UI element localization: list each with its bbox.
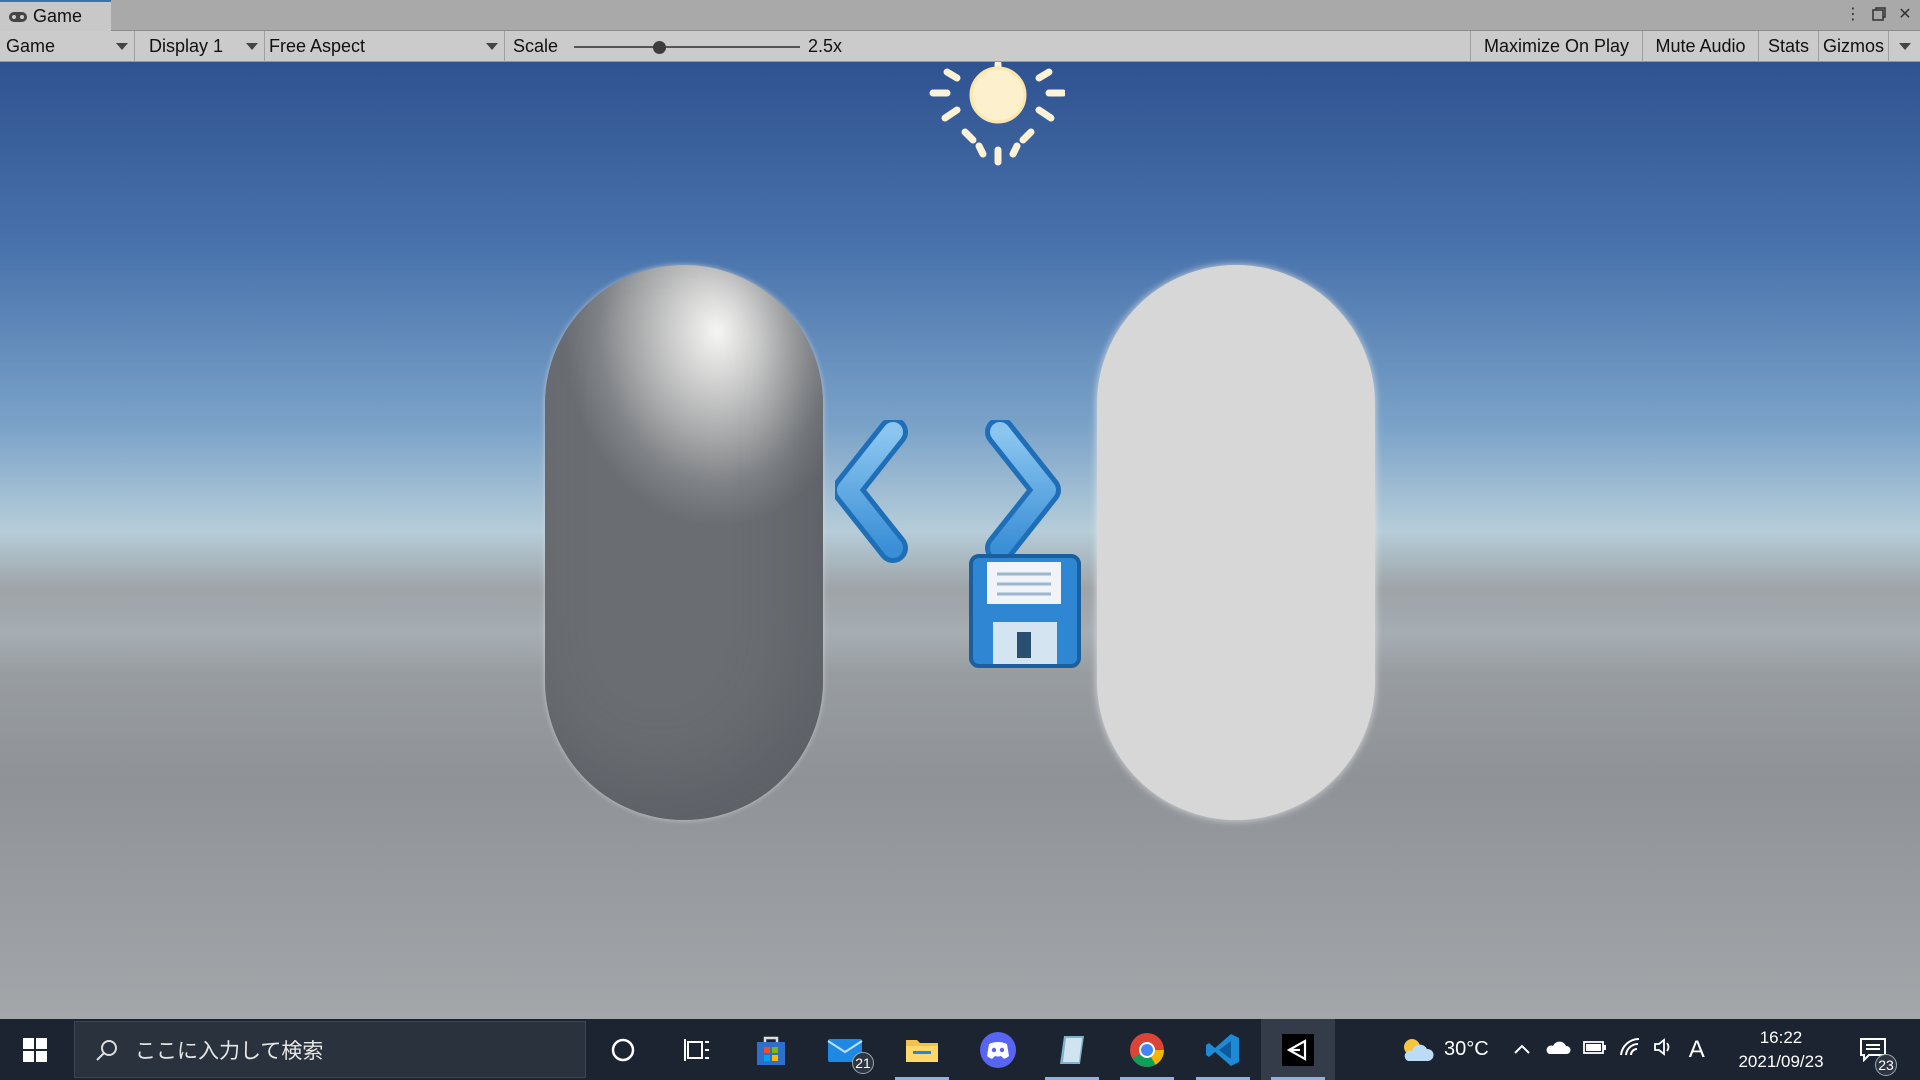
mute-audio-toggle[interactable]: Mute Audio xyxy=(1642,31,1758,62)
taskbar-app-notepad[interactable] xyxy=(1035,1019,1109,1080)
volume-icon[interactable] xyxy=(1653,1037,1675,1063)
mute-audio-label: Mute Audio xyxy=(1655,36,1746,56)
horizon-haze xyxy=(0,592,1920,672)
tab-label: Game xyxy=(33,6,83,26)
view-mode-dropdown[interactable]: Game xyxy=(0,31,135,62)
start-button[interactable] xyxy=(0,1019,70,1080)
code-brackets-icon xyxy=(835,420,1061,563)
chevron-up-icon[interactable] xyxy=(1513,1038,1531,1061)
chevron-down-icon xyxy=(246,43,258,50)
notepad-icon xyxy=(1060,1035,1084,1064)
windows-taskbar: ここに入力して検索 21 30°C A 16:22 2021/09/23 23 xyxy=(0,1019,1920,1080)
taskbar-search-box[interactable]: ここに入力して検索 xyxy=(74,1021,586,1078)
chrome-icon xyxy=(1130,1032,1164,1067)
clock-time: 16:22 xyxy=(1759,1027,1803,1047)
editor-tab-bar: Game ⋮ ✕ xyxy=(0,0,1920,31)
more-options-icon[interactable]: ⋮ xyxy=(1844,4,1862,24)
aspect-value: Free Aspect xyxy=(269,36,366,56)
folder-icon xyxy=(906,1039,938,1062)
save-floppy-icon xyxy=(969,554,1081,668)
taskbar-clock[interactable]: 16:22 2021/09/23 xyxy=(1726,1019,1836,1080)
battery-icon[interactable] xyxy=(1582,1038,1607,1061)
mail-unread-badge: 21 xyxy=(852,1052,874,1074)
search-icon xyxy=(96,1039,117,1061)
taskbar-app-unity[interactable] xyxy=(1261,1019,1335,1080)
capsule-lit[interactable] xyxy=(545,265,823,820)
gizmos-dropdown[interactable] xyxy=(1888,31,1920,62)
cortana-button[interactable] xyxy=(586,1019,660,1080)
chevron-down-icon xyxy=(1898,43,1911,50)
stats-label: Stats xyxy=(1767,36,1810,56)
taskbar-app-vscode[interactable] xyxy=(1186,1019,1260,1080)
sun-icon xyxy=(929,62,1065,166)
stats-toggle[interactable]: Stats xyxy=(1758,31,1818,62)
maximize-window-icon[interactable] xyxy=(1870,4,1888,24)
capsule-flat[interactable] xyxy=(1097,265,1375,820)
onedrive-cloud-icon[interactable] xyxy=(1545,1038,1571,1061)
weather-cloudy-icon[interactable] xyxy=(1400,1037,1434,1063)
aspect-dropdown[interactable]: Free Aspect xyxy=(265,31,505,62)
maximize-on-play-toggle[interactable]: Maximize On Play xyxy=(1470,31,1642,62)
close-icon[interactable]: ✕ xyxy=(1896,4,1914,24)
notification-count-badge: 23 xyxy=(1875,1054,1897,1076)
task-view-icon xyxy=(684,1038,709,1061)
unity-icon xyxy=(1282,1033,1314,1066)
task-view-button[interactable] xyxy=(660,1019,734,1080)
clock-date: 2021/09/23 xyxy=(1738,1051,1824,1071)
taskbar-app-store[interactable] xyxy=(734,1019,808,1080)
gamepad-icon xyxy=(9,11,27,22)
vscode-icon xyxy=(1206,1033,1239,1066)
notification-center-button[interactable]: 23 xyxy=(1843,1019,1903,1080)
weather-temperature[interactable]: 30°C xyxy=(1444,1038,1489,1061)
scale-value: 2.5x xyxy=(808,36,843,56)
scale-slider-track[interactable] xyxy=(574,46,800,48)
game-viewport[interactable] xyxy=(0,62,1920,1019)
gizmos-label: Gizmos xyxy=(1822,36,1884,56)
gizmos-toggle[interactable]: Gizmos xyxy=(1818,31,1888,62)
chevron-down-icon xyxy=(486,43,498,50)
view-mode-value: Game xyxy=(6,36,56,56)
wifi-icon[interactable] xyxy=(1619,1037,1641,1063)
maximize-on-play-label: Maximize On Play xyxy=(1483,36,1630,56)
display-dropdown[interactable]: Display 1 xyxy=(135,31,265,62)
tab-game[interactable]: Game xyxy=(0,0,111,31)
taskbar-app-file-explorer[interactable] xyxy=(885,1019,959,1080)
taskbar-app-chrome[interactable] xyxy=(1110,1019,1184,1080)
windows-logo-icon xyxy=(23,1037,47,1062)
chevron-down-icon xyxy=(116,43,128,50)
discord-icon xyxy=(980,1031,1016,1068)
store-bag-icon xyxy=(757,1036,785,1065)
input-method-indicator[interactable]: A xyxy=(1689,1036,1705,1064)
cortana-circle-icon xyxy=(611,1038,635,1061)
display-value: Display 1 xyxy=(149,36,224,56)
taskbar-app-mail[interactable]: 21 xyxy=(808,1019,882,1080)
taskbar-app-discord[interactable] xyxy=(961,1019,1035,1080)
scale-label: Scale xyxy=(513,36,559,56)
search-placeholder: ここに入力して検索 xyxy=(135,1039,324,1063)
system-tray: 30°C A xyxy=(1400,1019,1705,1080)
